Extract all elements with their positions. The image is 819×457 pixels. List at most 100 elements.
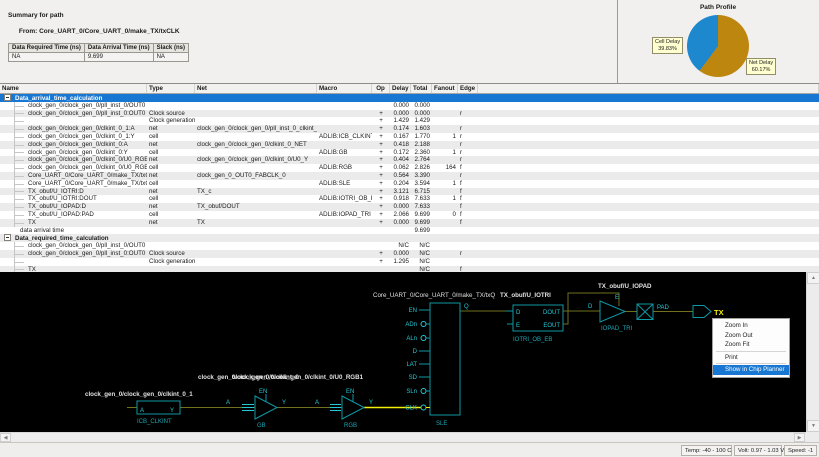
pin-bubble-icon [421, 322, 426, 327]
iopad-pin-d: D [588, 304, 593, 310]
cell-filler [478, 219, 819, 227]
cell-edge [458, 234, 478, 242]
table-row[interactable]: clock_gen_0/clock_gen_0/pll_inst_0/OUT00… [0, 102, 819, 110]
scroll-down-icon[interactable]: ▼ [807, 420, 819, 432]
scroll-up-icon[interactable]: ▲ [807, 272, 819, 284]
table-row[interactable]: TX_obuf/U_IOPAD:PADcellADLIB:IOPAD_TRI+2… [0, 211, 819, 219]
column-header-net[interactable]: Net [195, 84, 317, 93]
bus-merge-icon [242, 405, 254, 411]
cell-fanout [432, 117, 458, 125]
cell-edge: r [458, 250, 478, 258]
gb-pin-a: A [226, 400, 230, 406]
cell-macro [317, 125, 372, 133]
cell-macro [317, 242, 372, 250]
summary-required-value: NA [9, 53, 85, 62]
cell-op: + [372, 125, 390, 133]
horizontal-scrollbar[interactable]: ◀ ▶ [0, 432, 819, 442]
cell-edge: r [458, 133, 478, 141]
cell-op: + [372, 203, 390, 211]
cell-delay: 0.000 [390, 250, 411, 258]
column-header-macro[interactable]: Macro [317, 84, 372, 93]
cell-delay: 0.174 [390, 125, 411, 133]
cell-macro [317, 94, 372, 102]
menu-item-show-in-chip-planner[interactable]: Show in Chip Planner [713, 365, 789, 375]
cell-delay: 1.295 [390, 258, 411, 266]
cell-type: net [147, 172, 195, 180]
column-header-fanout[interactable]: Fanout [432, 84, 458, 93]
table-row[interactable]: clock_gen_0/clock_gen_0/clkint_0/U0_RGB1… [0, 164, 819, 172]
grid-body: Data_arrival_time_calculationclock_gen_0… [0, 94, 819, 273]
cell-name: clock_gen_0/clock_gen_0/clkint_0:Y [0, 149, 147, 157]
table-row[interactable]: TX_obuf/U_IOTRI:DOUTcellADLIB:IOTRI_OB_E… [0, 195, 819, 203]
table-row[interactable]: clock_gen_0/clock_gen_0/pll_inst_0:OUT0C… [0, 110, 819, 118]
cell-fanout [432, 102, 458, 110]
cell-delay: 1.429 [390, 117, 411, 125]
pie-label-cell-delay: Cell Delay 39.83% [652, 37, 683, 54]
cell-op: + [372, 188, 390, 196]
scroll-right-icon[interactable]: ▶ [794, 433, 805, 442]
collapse-icon[interactable] [4, 234, 11, 241]
icb-pin-y: Y [170, 408, 174, 414]
table-row[interactable]: clock_gen_0/clock_gen_0/clkint_0_1:Ycell… [0, 133, 819, 141]
cell-op: + [372, 164, 390, 172]
column-header-delay[interactable]: Delay [390, 84, 411, 93]
cell-name: TX_obuf/U_IOPAD:PAD [0, 211, 147, 219]
table-row[interactable]: clock_gen_0/clock_gen_0/pll_inst_0:OUT0C… [0, 250, 819, 258]
sle-cell-label: SLE [436, 421, 447, 427]
table-row[interactable]: clock_gen_0/clock_gen_0/clkint_0/U0_RGB1… [0, 156, 819, 164]
table-row[interactable]: Clock generation+1.4291.429 [0, 117, 819, 125]
table-row[interactable]: data arrival time9.699 [0, 227, 819, 235]
cell-op [372, 242, 390, 250]
table-row[interactable]: TX_obuf/U_IOPAD:DnetTX_obuf/DOUT+0.0007.… [0, 203, 819, 211]
sle-pin-d: D [413, 349, 418, 355]
sle-pin-aln: ALn [406, 336, 417, 342]
schematic-view[interactable]: clock_gen_0/clock_gen_0/clkint_0_1 A Y I… [0, 272, 806, 432]
table-row[interactable]: clock_gen_0/clock_gen_0/clkint_0_1:Anetc… [0, 125, 819, 133]
table-row[interactable]: Core_UART_0/Core_UART_0/make_TX/txQcellA… [0, 180, 819, 188]
iopad-buffer-cell[interactable] [600, 301, 625, 322]
sle-cell[interactable] [430, 303, 460, 415]
cell-delay: 0.404 [390, 156, 411, 164]
table-row[interactable]: clock_gen_0/clock_gen_0/pll_inst_0/OUT0N… [0, 242, 819, 250]
cell-type: Clock generation [147, 258, 195, 266]
summary-from: From: Core_UART_0/Core_UART_0/make_TX/tx… [19, 28, 180, 35]
cell-net: clock_gen_0/clock_gen_0/pll_inst_0_clkin… [195, 125, 317, 133]
cell-net [195, 258, 317, 266]
scroll-left-icon[interactable]: ◀ [0, 433, 11, 442]
cell-name: data arrival time [0, 227, 147, 235]
table-row[interactable]: TXnetTX+0.0009.699f [0, 219, 819, 227]
group-row[interactable]: Data_arrival_time_calculation [0, 94, 819, 102]
cell-name: TX_obuf/U_IOTRI:DOUT [0, 195, 147, 203]
cell-edge [458, 227, 478, 235]
menu-item-zoom-out[interactable]: Zoom Out [713, 331, 789, 341]
cell-net [195, 242, 317, 250]
rgb-pin-y: Y [369, 400, 373, 406]
summary-arrival-value: 9.699 [84, 53, 153, 62]
table-row[interactable]: clock_gen_0/clock_gen_0/clkint_0:YcellAD… [0, 149, 819, 157]
menu-item-zoom-in[interactable]: Zoom In [713, 321, 789, 331]
vertical-scrollbar[interactable]: ▲ ▼ [806, 272, 819, 432]
group-row[interactable]: Data_required_time_calculation [0, 234, 819, 242]
status-volt: Volt: 0.97 - 1.03 V [734, 445, 782, 456]
column-header-op[interactable]: Op [372, 84, 390, 93]
table-row[interactable]: clock_gen_0/clock_gen_0/clkint_0:Anetclo… [0, 141, 819, 149]
cell-macro [317, 117, 372, 125]
collapse-icon[interactable] [4, 94, 11, 101]
schematic-canvas[interactable]: clock_gen_0/clock_gen_0/clkint_0_1 A Y I… [0, 272, 806, 432]
menu-item-print[interactable]: Print [713, 353, 789, 363]
cell-op: + [372, 211, 390, 219]
table-row[interactable]: Clock generation+1.295N/C [0, 258, 819, 266]
menu-item-zoom-fit[interactable]: Zoom Fit [713, 340, 789, 350]
cell-net [195, 133, 317, 141]
column-header-edge[interactable]: Edge [458, 84, 478, 93]
cell-filler [478, 188, 819, 196]
column-header-name[interactable]: Name [0, 84, 147, 93]
column-header-total[interactable]: Total [411, 84, 432, 93]
table-row[interactable]: TX_obuf/U_IOTRI:DnetTX_c+3.1216.715f [0, 188, 819, 196]
cell-total: 6.715 [411, 188, 432, 196]
cell-net [195, 94, 317, 102]
table-row[interactable]: Core_UART_0/Core_UART_0/make_TX/txCLKnet… [0, 172, 819, 180]
instance-label-clkint01: clock_gen_0/clock_gen_0/clkint_0_1 [85, 391, 193, 398]
column-header-type[interactable]: Type [147, 84, 195, 93]
rgb-cell-label: RGB [344, 423, 357, 429]
